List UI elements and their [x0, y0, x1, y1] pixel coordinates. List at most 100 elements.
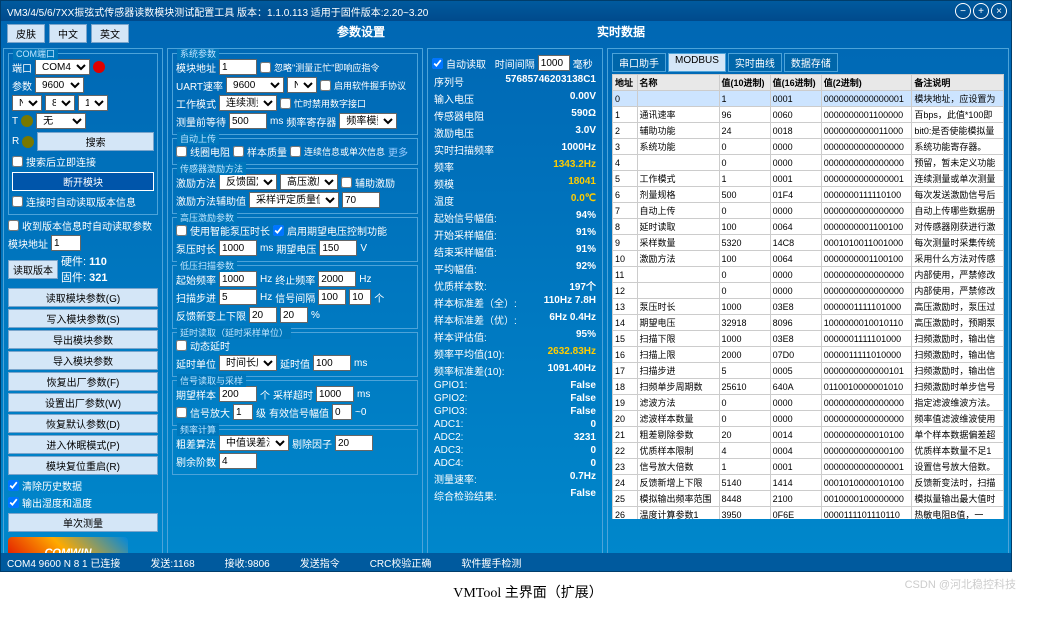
table-row[interactable]: 22优质样本限制400040000000000000100优质样本数量不足1 — [613, 443, 1004, 459]
uart-select[interactable]: 9600 — [226, 77, 284, 93]
write-params-button[interactable]: 写入模块参数(S) — [8, 309, 158, 328]
t-dot — [21, 115, 33, 127]
table-row[interactable]: 6剂量规格50001F40000000111110100每次发送激励信号后 — [613, 187, 1004, 203]
chk-soft-handshake[interactable] — [320, 80, 331, 91]
skin-button[interactable]: 皮肤 — [7, 24, 45, 43]
table-row[interactable]: 16扫描上限200007D00000011111010000扫频激励时，输出信 — [613, 347, 1004, 363]
chk-auto-connect[interactable] — [12, 156, 23, 167]
search-button[interactable]: 搜索 — [37, 132, 154, 151]
close-icon[interactable]: × — [991, 3, 1007, 19]
rt-row: 综合检验结果:False — [432, 487, 598, 504]
freqreg-select[interactable]: 频率模数值 — [339, 113, 397, 129]
tab-modbus[interactable]: MODBUS — [668, 53, 726, 72]
mod-addr-input[interactable] — [51, 235, 81, 251]
pretime-input[interactable] — [229, 113, 267, 129]
factory-d-button[interactable]: 恢复默认参数(D) — [8, 414, 158, 433]
t-select[interactable]: 无 — [36, 113, 86, 129]
table-row[interactable]: 18扫频单步周期数25610640A0110010000001010扫频激励时单… — [613, 379, 1004, 395]
table-row[interactable]: 8延时读取10000640000000001100100对传感器刚获进行激 — [613, 219, 1004, 235]
factory-f-button[interactable]: 恢复出厂参数(F) — [8, 372, 158, 391]
stopbits-select[interactable]: 1 — [78, 95, 108, 111]
chk-ignore-busy[interactable] — [260, 62, 271, 73]
rt-row: 输入电压0.00V — [432, 90, 598, 107]
table-row[interactable]: 13泵压时长100003E80000001111101000高压激励时，泵压过 — [613, 299, 1004, 315]
rt-row: GPIO2:False — [432, 392, 598, 405]
table-row[interactable]: 25模拟输出频率范围844821000010000100000000模拟量输出最… — [613, 491, 1004, 507]
chk-hold-num[interactable] — [280, 98, 291, 109]
realtime-panel: 自动读取 时间间隔毫秒 序列号57685746203138C1输入电压0.00V… — [427, 48, 603, 556]
rt-row: 频率平均值(10):2632.83Hz — [432, 345, 598, 362]
exc-eval-select[interactable]: 采样评定质量值 — [249, 192, 339, 208]
read-params-button[interactable]: 读取模块参数(G) — [8, 288, 158, 307]
export-button[interactable]: 导出模块参数 — [8, 330, 158, 349]
table-row[interactable]: 17扫描步进500050000000000000101扫频激励时，输出信 — [613, 363, 1004, 379]
table-row[interactable]: 4000000000000000000000预留，暂未定义功能 — [613, 155, 1004, 171]
chk-clear-history[interactable] — [8, 480, 19, 491]
exc-method-select[interactable]: 反馈固定 — [219, 174, 277, 190]
chk-auto-readver[interactable] — [12, 196, 23, 207]
rt-row: ADC3:0 — [432, 444, 598, 457]
table-row[interactable]: 10激励方法10000640000000001100100采用什么方法对传感 — [613, 251, 1004, 267]
more-link[interactable]: 更多 — [388, 144, 408, 159]
databits-select[interactable]: 8 — [45, 95, 75, 111]
minimize-icon[interactable]: − — [955, 3, 971, 19]
rt-row: 样本标准差（优）:6Hz 0.4Hz — [432, 311, 598, 328]
table-row[interactable]: 20滤波样本数量000000000000000000000频率值滤波维波使用 — [613, 411, 1004, 427]
baud-select[interactable]: 9600 — [35, 77, 84, 93]
factory-w-button[interactable]: 设置出厂参数(W) — [8, 393, 158, 412]
chk-auto-read-rt[interactable] — [432, 58, 443, 69]
reset-button[interactable]: 模块复位重启(R) — [8, 456, 158, 475]
chk-autoread-params[interactable] — [8, 220, 19, 231]
rt-row: 温度0.0℃ — [432, 192, 598, 209]
table-row[interactable]: 9采样数量532014C80001010011001000每次测量时采集传统 — [613, 235, 1004, 251]
table-row[interactable]: 23信号放大倍数100010000000000000001设置信号放大倍数。 — [613, 459, 1004, 475]
rt-row: 优质样本数:197个 — [432, 277, 598, 294]
rt-row: 开始采样幅值:91% — [432, 226, 598, 243]
parity-select[interactable]: N — [12, 95, 42, 111]
table-row[interactable]: 11000000000000000000000内部使用，严禁修改 — [613, 267, 1004, 283]
maximize-icon[interactable]: + — [973, 3, 989, 19]
rt-row: 结束采样幅值:91% — [432, 243, 598, 260]
status-crc: CRC校验正确 — [370, 555, 432, 570]
table-row[interactable]: 21粗差剔除参数2000140000000000010100单个样本数据偏差超 — [613, 427, 1004, 443]
rt-row: 频模18041 — [432, 175, 598, 192]
modbus-table: 地址名称 值(10进制)值(16进制) 值(2进制)备注说明 010001000… — [612, 74, 1004, 519]
table-row[interactable]: 19滤波方法000000000000000000000指定滤波维波方法。 — [613, 395, 1004, 411]
col2-header: 参数设置 — [233, 23, 489, 40]
chk-output-misc[interactable] — [8, 497, 19, 508]
tab-store[interactable]: 数据存储 — [784, 53, 838, 72]
lang-cn-button[interactable]: 中文 — [49, 24, 87, 43]
figure-caption: VMTool 主界面（扩展） — [0, 582, 1056, 602]
open-module-button[interactable]: 断开模块 — [12, 172, 154, 191]
rt-row: ADC4:0 — [432, 457, 598, 470]
sleep-button[interactable]: 进入休眠模式(P) — [8, 435, 158, 454]
status-conn: COM4 9600 N 8 1 已连接 — [7, 555, 120, 570]
left-panel: COM端口 端口COM4 参数9600 N81 T无 R搜索 搜索后立即连接 断… — [3, 48, 163, 556]
workmode-select[interactable]: 连续测量 — [219, 95, 277, 111]
table-row[interactable]: 26温度计算参数139500F6E0000111101110110热敏电阻B值，… — [613, 507, 1004, 520]
port-select[interactable]: COM4 — [35, 59, 90, 75]
table-row[interactable]: 24反馈新增上下限514014140001010000010100反馈新变法时，… — [613, 475, 1004, 491]
single-measure-button[interactable]: 单次测量 — [8, 513, 158, 532]
table-row[interactable]: 5工作模式100010000000000000001连续测量或单次测量 — [613, 171, 1004, 187]
app-window: VM3/4/5/6/7XX振弦式传感器读数模块测试配置工具 版本：1.1.0.1… — [0, 0, 1012, 572]
r-dot — [22, 136, 34, 148]
import-button[interactable]: 导入模块参数 — [8, 351, 158, 370]
tab-curve[interactable]: 实时曲线 — [728, 53, 782, 72]
table-row[interactable]: 0100010000000000000001模块地址，应设置为 — [613, 91, 1004, 107]
table-row[interactable]: 15扫描下限100003E80000001111101000扫频激励时，输出信 — [613, 331, 1004, 347]
table-row[interactable]: 7自动上传000000000000000000000自动上传哪些数据册 — [613, 203, 1004, 219]
table-row[interactable]: 12000000000000000000000内部使用，严禁修改 — [613, 283, 1004, 299]
rt-interval-input[interactable] — [538, 55, 570, 71]
table-row[interactable]: 3系统功能000000000000000000000系统功能寄存器。 — [613, 139, 1004, 155]
table-row[interactable]: 2辅助功能2400180000000000011000bit0:是否使能模拟量 — [613, 123, 1004, 139]
sys-addr-input[interactable] — [219, 59, 257, 75]
table-row[interactable]: 14期望电压3291880961000000010010110高压激励时，预期泵 — [613, 315, 1004, 331]
tab-serial[interactable]: 串口助手 — [612, 53, 666, 72]
table-row[interactable]: 1通讯速率9600600000000001100000百bps，此值*100即 — [613, 107, 1004, 123]
status-sw: 软件握手检测 — [461, 555, 521, 570]
lang-en-button[interactable]: 英文 — [91, 24, 129, 43]
readver-button[interactable]: 读取版本 — [8, 260, 58, 279]
exc-method2-select[interactable]: 高压激励 — [280, 174, 338, 190]
uart-proto-select[interactable]: N — [287, 77, 317, 93]
